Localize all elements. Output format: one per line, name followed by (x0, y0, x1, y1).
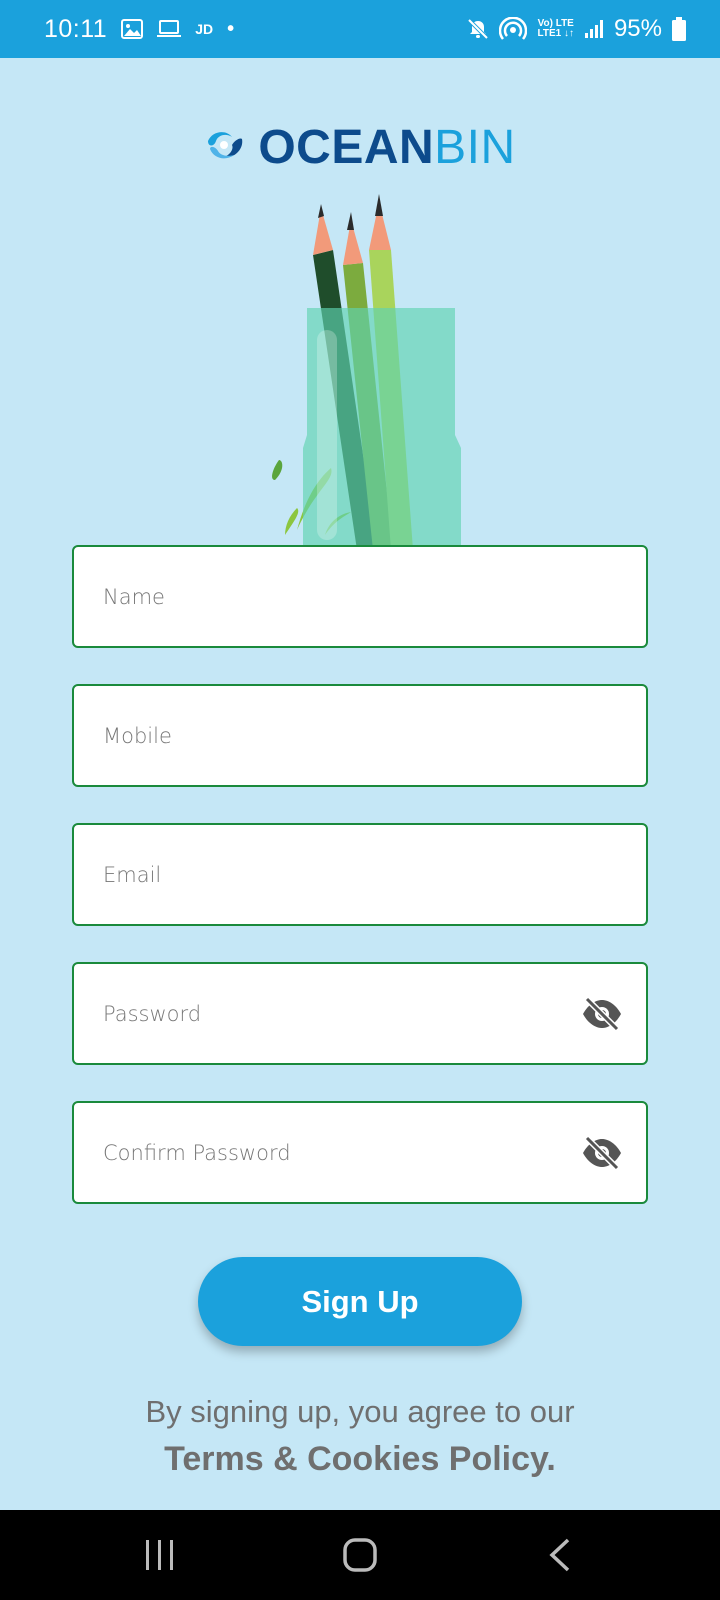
terms-notice: By signing up, you agree to our Terms & … (0, 1390, 720, 1484)
password-field[interactable]: Password (72, 962, 648, 1065)
signal-icon (584, 19, 604, 39)
laptop-icon (157, 20, 182, 38)
status-right: Vo) LTE LTE1 ↓↑ 95% (467, 15, 686, 43)
logo-wave-icon (204, 127, 246, 168)
battery-percent: 95% (613, 15, 662, 42)
mobile-field[interactable]: Mobile (72, 684, 648, 787)
carrier-tag: JD (195, 21, 214, 37)
recent-apps-icon[interactable] (120, 1520, 200, 1590)
name-placeholder: Name (103, 584, 165, 609)
logo-wordmark: OCEANBIN (258, 120, 515, 175)
network-line-2: LTE1 ↓↑ (537, 28, 574, 39)
hotspot-icon (499, 17, 528, 41)
status-time: 10:11 (44, 14, 108, 43)
navigation-bar (0, 1510, 720, 1600)
eye-off-icon[interactable] (580, 1131, 624, 1175)
logo-bin-text: BIN (434, 121, 516, 174)
logo-ocean-text: OCEAN (258, 121, 435, 174)
email-placeholder: Email (103, 862, 162, 887)
email-field[interactable]: Email (72, 823, 648, 926)
mobile-placeholder: Mobile (103, 723, 172, 748)
terms-text: By signing up, you agree to our (145, 1394, 575, 1429)
pencil-cup-illustration (255, 190, 475, 550)
password-placeholder: Password (103, 1001, 202, 1026)
image-icon (121, 19, 144, 39)
back-icon[interactable] (520, 1520, 600, 1590)
status-left: 10:11 JD • (44, 15, 234, 44)
network-type: Vo) LTE LTE1 ↓↑ (537, 19, 573, 39)
signup-button[interactable]: Sign Up (198, 1257, 522, 1346)
app-logo: OCEANBIN (0, 120, 720, 175)
confirm-password-field[interactable]: Confirm Password (72, 1101, 648, 1204)
battery-icon (672, 17, 686, 41)
confirm-password-placeholder: Confirm Password (103, 1140, 291, 1165)
notification-dot: • (227, 17, 235, 40)
terms-link[interactable]: Terms & Cookies Policy. (164, 1434, 556, 1484)
eye-off-icon[interactable] (580, 992, 624, 1036)
home-icon[interactable] (320, 1520, 400, 1590)
name-field[interactable]: Name (72, 545, 648, 648)
mute-icon (467, 18, 489, 40)
status-bar: 10:11 JD • Vo) LTE LTE1 ↓↑ 95% (0, 0, 720, 58)
